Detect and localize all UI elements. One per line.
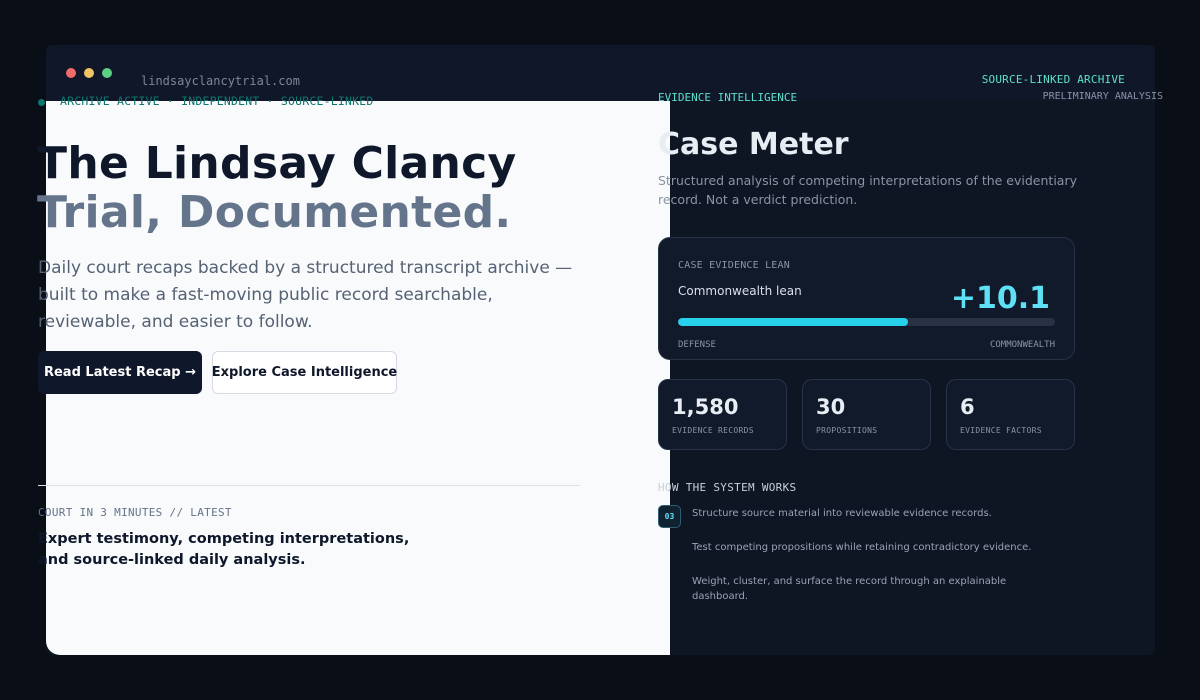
commonwealth-label: COMMONWEALTH bbox=[989, 340, 1055, 350]
page-title-line-2: Trial, Documented. bbox=[37, 187, 512, 238]
stat-label: PROPOSITIONS bbox=[816, 426, 878, 435]
defense-label: DEFENSE bbox=[678, 340, 716, 350]
read-latest-recap-button[interactable]: Read Latest Recap → bbox=[38, 351, 202, 394]
section-divider bbox=[38, 485, 580, 486]
explore-case-intelligence-button[interactable]: Explore Case Intelligence bbox=[212, 351, 397, 394]
evidence-lean-card: CASE EVIDENCE LEAN Commonwealth lean +10… bbox=[658, 237, 1075, 360]
how-step-1: Structure source material into reviewabl… bbox=[692, 508, 992, 519]
stat-value: 30 bbox=[816, 395, 846, 419]
latest-headline-line-2[interactable]: and source-linked daily analysis. bbox=[38, 552, 306, 568]
hero-description: Daily court recaps backed by a structure… bbox=[38, 258, 573, 332]
stat-label: EVIDENCE FACTORS bbox=[960, 426, 1042, 435]
lean-meter-track bbox=[678, 318, 1055, 326]
how-step-3: Weight, cluster, and surface the record … bbox=[692, 576, 1007, 602]
minimize-window-icon[interactable] bbox=[84, 68, 94, 78]
case-meter-title: Case Meter bbox=[658, 127, 849, 162]
stat-label: EVIDENCE RECORDS bbox=[672, 426, 754, 435]
stat-card-evidence-factors: 6 EVIDENCE FACTORS bbox=[946, 379, 1075, 450]
archive-status: ARCHIVE ACTIVE · INDEPENDENT · SOURCE-LI… bbox=[60, 94, 374, 108]
page-title-line-1: The Lindsay Clancy bbox=[37, 138, 517, 189]
panel-label: EVIDENCE INTELLIGENCE bbox=[658, 91, 798, 104]
stat-card-evidence-records: 1,580 EVIDENCE RECORDS bbox=[658, 379, 787, 450]
lean-meter-fill bbox=[678, 318, 908, 326]
title-bar: lindsayclancytrial.com SOURCE-LINKED ARC… bbox=[46, 45, 1155, 101]
case-meter-description: Structured analysis of competing interpr… bbox=[658, 173, 1077, 207]
status-indicator-icon bbox=[38, 99, 45, 106]
analysis-status: PRELIMINARY ANALYSIS bbox=[1042, 91, 1163, 102]
stat-value: 6 bbox=[960, 395, 975, 419]
stat-card-propositions: 30 PROPOSITIONS bbox=[802, 379, 931, 450]
lean-kicker: CASE EVIDENCE LEAN bbox=[678, 260, 790, 271]
maximize-window-icon[interactable] bbox=[102, 68, 112, 78]
step-badge: 03 bbox=[658, 505, 681, 528]
how-step-2: Test competing propositions while retain… bbox=[692, 542, 1032, 553]
address-bar-url[interactable]: lindsayclancytrial.com bbox=[141, 74, 300, 88]
archive-label: SOURCE-LINKED ARCHIVE bbox=[981, 73, 1125, 86]
stat-value: 1,580 bbox=[672, 395, 739, 419]
close-window-icon[interactable] bbox=[66, 68, 76, 78]
lean-score: +10.1 bbox=[950, 281, 1050, 316]
latest-headline-line-1[interactable]: Expert testimony, competing interpretati… bbox=[38, 531, 409, 547]
latest-kicker: COURT IN 3 MINUTES // LATEST bbox=[38, 506, 232, 519]
lean-direction-label: Commonwealth lean bbox=[678, 284, 802, 298]
how-it-works-title: HOW THE SYSTEM WORKS bbox=[658, 481, 797, 494]
